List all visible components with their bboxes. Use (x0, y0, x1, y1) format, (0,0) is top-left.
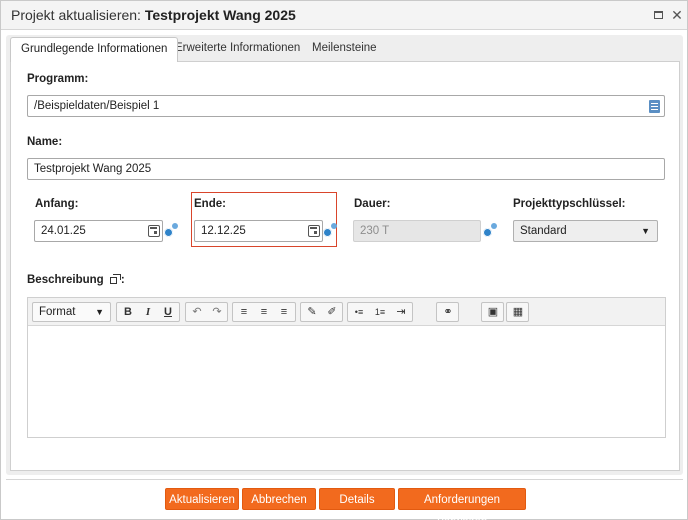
tab-extended-info[interactable]: Erweiterte Informationen (165, 37, 310, 61)
bold-button[interactable]: B (119, 303, 137, 321)
window-popout-icon[interactable] (109, 274, 121, 284)
duration-field: 230 T (353, 220, 481, 242)
redo-icon[interactable]: ↷ (208, 303, 226, 321)
format-painter-group: ✎ ✐ (300, 302, 343, 322)
align-group: ≡ ≡ ≡ (232, 302, 296, 322)
footer-divider (6, 479, 683, 480)
name-label: Name: (27, 136, 63, 148)
settings-gear-icon[interactable] (323, 223, 339, 239)
description-editor: Format ▼ B I U ↶ ↷ ≡ ≡ ≡ ✎ ✐ •≡ 1≡ ⇥ ⚭ ▣… (27, 297, 666, 438)
project-type-label: Projekttypschlüssel: (513, 198, 626, 210)
table-group: ▦ (506, 302, 529, 322)
description-label: Beschreibung : (27, 274, 125, 286)
table-icon[interactable]: ▦ (509, 303, 527, 321)
dialog-title: Projekt aktualisieren: Testprojekt Wang … (11, 7, 296, 23)
image-icon[interactable]: ▣ (484, 303, 502, 321)
dialog-title-prefix: Projekt aktualisieren: (11, 7, 145, 23)
update-button[interactable]: Aktualisieren (165, 488, 239, 510)
project-type-select[interactable]: Standard ▼ (513, 220, 658, 242)
history-group: ↶ ↷ (185, 302, 228, 322)
chevron-down-icon: ▼ (641, 226, 650, 236)
end-date-field[interactable]: 12.12.25 (194, 220, 323, 242)
list-group: •≡ 1≡ ⇥ (347, 302, 413, 322)
tab-basic-info[interactable]: Grundlegende Informationen (10, 37, 179, 62)
link-icon[interactable]: ⚭ (439, 303, 457, 321)
image-group: ▣ (481, 302, 504, 322)
italic-button[interactable]: I (139, 303, 157, 321)
settings-gear-icon[interactable] (483, 223, 499, 239)
project-type-value: Standard (520, 225, 567, 237)
program-field[interactable]: /Beispieldaten/Beispiel 1 (27, 95, 665, 117)
dialog-title-project: Testprojekt Wang 2025 (144, 7, 296, 23)
description-label-colon: : (120, 274, 125, 286)
start-date-field[interactable]: 24.01.25 (34, 220, 163, 242)
end-date-label: Ende: (194, 198, 226, 210)
text-style-group: B I U (116, 302, 180, 322)
cancel-button[interactable]: Abbrechen (242, 488, 316, 510)
calendar-icon[interactable] (148, 225, 160, 237)
chevron-down-icon: ▼ (95, 307, 104, 317)
description-label-text: Beschreibung (27, 274, 104, 286)
start-date-label: Anfang: (35, 198, 79, 210)
title-bar: Projekt aktualisieren: Testprojekt Wang … (1, 1, 687, 30)
name-field[interactable]: Testprojekt Wang 2025 (27, 158, 665, 180)
link-group: ⚭ (436, 302, 459, 322)
numbered-list-icon[interactable]: 1≡ (371, 303, 389, 321)
settings-gear-icon[interactable] (164, 223, 180, 239)
details-button[interactable]: Details (319, 488, 395, 510)
maximize-icon[interactable] (652, 8, 666, 22)
undo-icon[interactable]: ↶ (188, 303, 206, 321)
bullet-list-icon[interactable]: •≡ (350, 303, 368, 321)
clear-format-icon[interactable]: ✐ (323, 303, 341, 321)
program-label: Programm: (27, 73, 89, 85)
close-icon[interactable]: ✕ (670, 8, 684, 22)
format-painter-icon[interactable]: ✎ (303, 303, 321, 321)
tab-milestones[interactable]: Meilensteine (302, 37, 387, 61)
align-center-icon[interactable]: ≡ (255, 303, 273, 321)
editor-content-area[interactable] (28, 327, 665, 437)
align-left-icon[interactable]: ≡ (235, 303, 253, 321)
underline-button[interactable]: U (159, 303, 177, 321)
editor-toolbar: Format ▼ B I U ↶ ↷ ≡ ≡ ≡ ✎ ✐ •≡ 1≡ ⇥ ⚭ ▣… (28, 298, 665, 326)
calendar-icon[interactable] (308, 225, 320, 237)
indent-icon[interactable]: ⇥ (392, 303, 410, 321)
manage-requirements-button[interactable]: Anforderungen Verwalten (398, 488, 526, 520)
list-book-icon[interactable] (649, 100, 660, 113)
update-project-dialog: Projekt aktualisieren: Testprojekt Wang … (0, 0, 688, 520)
format-dropdown-label: Format (39, 306, 76, 318)
duration-label: Dauer: (354, 198, 391, 210)
format-dropdown[interactable]: Format ▼ (32, 302, 111, 322)
align-right-icon[interactable]: ≡ (275, 303, 293, 321)
